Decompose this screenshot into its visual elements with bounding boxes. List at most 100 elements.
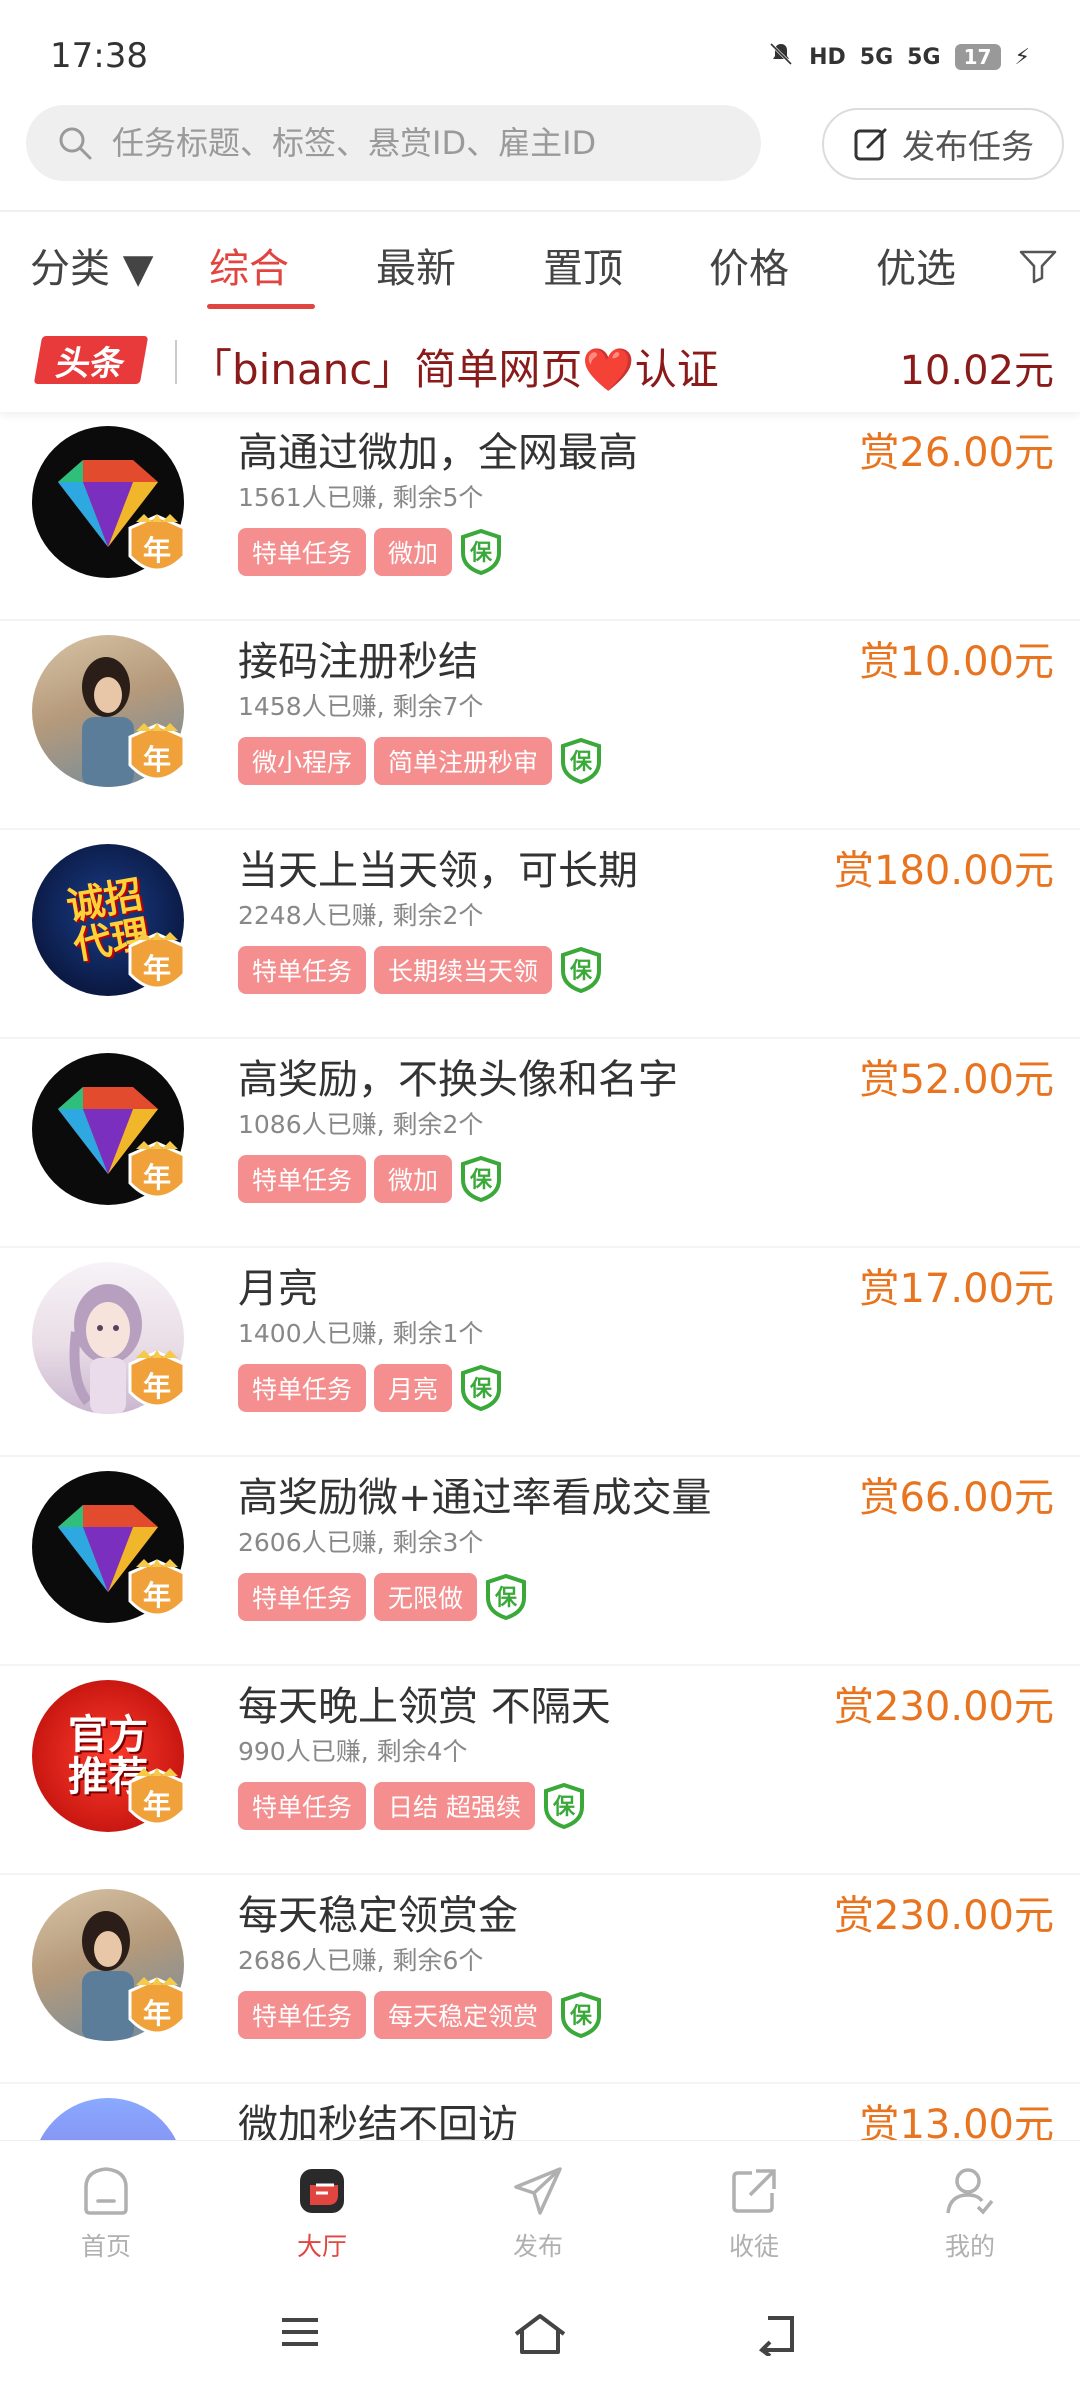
publish-task-button[interactable]: 发布任务 xyxy=(822,108,1064,180)
task-tag: 无限做 xyxy=(374,1573,478,1621)
svg-text:年: 年 xyxy=(143,1579,171,1612)
tab-category[interactable]: 分类 ▼ xyxy=(30,236,153,294)
svg-text:保: 保 xyxy=(552,1795,576,1820)
task-tag: 长期续当天领 xyxy=(374,946,553,994)
tab-comprehensive[interactable]: 综合 xyxy=(209,236,289,294)
svg-text:年: 年 xyxy=(143,1161,171,1194)
task-reward: 赏180.00元 xyxy=(834,848,1054,894)
task-row[interactable]: 年 每天稳定领赏金 2686人已赚, 剩余6个 特单任务 每天稳定领赏 保 赏2… xyxy=(0,1875,1080,2084)
publish-task-label: 发布任务 xyxy=(902,127,1034,166)
task-title: 微加秒结不回访 xyxy=(238,2102,518,2140)
year-badge-icon: 年 xyxy=(128,723,186,781)
svg-text:年: 年 xyxy=(143,534,171,567)
task-reward: 赏13.00元 xyxy=(859,2102,1054,2140)
search-bar[interactable] xyxy=(26,105,761,181)
svg-text:保: 保 xyxy=(569,750,593,775)
task-row[interactable]: 年 高通过微加，全网最高 1561人已赚, 剩余5个 特单任务 微加 保 赏26… xyxy=(0,412,1080,621)
task-title: 接码注册秒结 xyxy=(238,639,478,685)
task-row[interactable]: 微加秒结不回访 赏13.00元 xyxy=(0,2084,1080,2140)
task-meta: 1458人已赚, 剩余7个 xyxy=(238,692,484,721)
task-tags: 微小程序 简单注册秒审 保 xyxy=(238,737,602,785)
task-tags: 特单任务 长期续当天领 保 xyxy=(238,946,602,994)
task-row[interactable]: 诚招代理 年 当天上当天领，可长期 2248人已赚, 剩余2个 特单任务 长期续… xyxy=(0,830,1080,1039)
nav-mine[interactable]: 我的 xyxy=(910,2163,1030,2263)
guarantee-shield-icon: 保 xyxy=(461,1156,502,1202)
nav-recruit-label: 收徒 xyxy=(728,2232,779,2261)
year-badge-icon: 年 xyxy=(128,1350,186,1408)
task-meta: 1086人已赚, 剩余2个 xyxy=(238,1110,484,1139)
year-badge-icon: 年 xyxy=(128,1559,186,1617)
task-row[interactable]: 年 接码注册秒结 1458人已赚, 剩余7个 微小程序 简单注册秒审 保 赏10… xyxy=(0,621,1080,830)
headline-text: 「binanc」简单网页❤️认证 xyxy=(190,345,719,394)
profile-icon xyxy=(946,2168,994,2215)
task-meta: 1400人已赚, 剩余1个 xyxy=(238,1319,484,1348)
task-meta: 2248人已赚, 剩余2个 xyxy=(238,901,484,930)
divider xyxy=(175,340,177,384)
back-icon[interactable] xyxy=(756,2312,800,2356)
task-row[interactable]: 官方推荐 年 每天晚上领赏 不隔天 990人已赚, 剩余4个 特单任务 日结 超… xyxy=(0,1666,1080,1875)
guarantee-shield-icon: 保 xyxy=(561,1992,602,2038)
task-reward: 赏230.00元 xyxy=(834,1684,1054,1730)
status-time: 17:38 xyxy=(50,36,148,76)
task-title: 高奖励微+通过率看成交量 xyxy=(238,1475,712,1521)
charging-icon: ⚡ xyxy=(1014,44,1030,70)
task-tag: 特单任务 xyxy=(238,528,367,576)
guarantee-shield-icon: 保 xyxy=(461,1365,502,1411)
task-tags: 特单任务 月亮 保 xyxy=(238,1364,502,1412)
menu-icon[interactable] xyxy=(278,2312,322,2352)
svg-text:保: 保 xyxy=(494,1586,518,1611)
tab-preferred[interactable]: 优选 xyxy=(876,236,956,294)
task-reward: 赏17.00元 xyxy=(859,1266,1054,1312)
year-badge-icon: 年 xyxy=(128,514,186,572)
task-reward: 赏26.00元 xyxy=(859,430,1054,476)
task-tag: 微加 xyxy=(374,528,453,576)
svg-text:保: 保 xyxy=(569,2004,593,2029)
avatar xyxy=(32,2098,184,2140)
nav-hall[interactable]: 大厅 xyxy=(262,2163,382,2263)
nav-publish[interactable]: 发布 xyxy=(478,2163,598,2263)
task-meta: 990人已赚, 剩余4个 xyxy=(238,1737,468,1766)
task-meta: 2686人已赚, 剩余6个 xyxy=(238,1946,484,1975)
battery-icon: 17 xyxy=(954,44,1001,70)
year-badge-icon: 年 xyxy=(128,932,186,990)
headline-price: 10.02元 xyxy=(899,348,1054,394)
task-reward: 赏52.00元 xyxy=(859,1057,1054,1103)
task-tag: 特单任务 xyxy=(238,946,367,994)
task-tag: 特单任务 xyxy=(238,1782,367,1830)
home-button-icon[interactable] xyxy=(512,2312,568,2356)
svg-text:保: 保 xyxy=(469,541,493,566)
task-tag: 微小程序 xyxy=(238,737,367,785)
task-title: 当天上当天领，可长期 xyxy=(238,848,638,894)
guarantee-shield-icon: 保 xyxy=(561,947,602,993)
task-meta: 1561人已赚, 剩余5个 xyxy=(238,483,484,512)
task-tag: 特单任务 xyxy=(238,1991,367,2039)
task-row[interactable]: 年 高奖励，不换头像和名字 1086人已赚, 剩余2个 特单任务 微加 保 赏5… xyxy=(0,1039,1080,1248)
task-list[interactable]: 年 高通过微加，全网最高 1561人已赚, 剩余5个 特单任务 微加 保 赏26… xyxy=(0,412,1080,2140)
svg-text:年: 年 xyxy=(143,1788,171,1821)
nav-recruit[interactable]: 收徒 xyxy=(694,2163,814,2263)
task-tag: 月亮 xyxy=(374,1364,453,1412)
5g-signal-icon: 5G xyxy=(859,44,894,70)
status-bar: 17:38 HD 5G 5G 17 ⚡ xyxy=(0,0,1080,100)
edit-icon xyxy=(854,128,887,161)
task-row[interactable]: 年 月亮 1400人已赚, 剩余1个 特单任务 月亮 保 赏17.00元 xyxy=(0,1248,1080,1457)
guarantee-shield-icon: 保 xyxy=(561,738,602,784)
search-icon xyxy=(59,127,92,160)
search-input[interactable] xyxy=(112,124,712,162)
task-title: 月亮 xyxy=(238,1266,318,1312)
svg-text:保: 保 xyxy=(469,1377,493,1402)
guarantee-shield-icon: 保 xyxy=(486,1574,527,1620)
headline-banner[interactable]: 头条 「binanc」简单网页❤️认证 10.02元 xyxy=(0,316,1080,412)
task-tag: 特单任务 xyxy=(238,1364,367,1412)
nav-home[interactable]: 首页 xyxy=(46,2163,166,2263)
task-row[interactable]: 年 高奖励微+通过率看成交量 2606人已赚, 剩余3个 特单任务 无限做 保 … xyxy=(0,1457,1080,1666)
tab-latest[interactable]: 最新 xyxy=(376,236,456,294)
tab-pinned[interactable]: 置顶 xyxy=(543,236,623,294)
tab-price[interactable]: 价格 xyxy=(709,236,789,294)
task-tag: 日结 超强续 xyxy=(374,1782,535,1830)
task-title: 高通过微加，全网最高 xyxy=(238,430,638,476)
bottom-nav: 首页 大厅 发布 收徒 我的 xyxy=(0,2140,1080,2280)
headline-badge-label: 头条 xyxy=(52,343,128,384)
filter-icon[interactable] xyxy=(1018,248,1058,284)
status-icons: HD 5G 5G 17 ⚡ xyxy=(767,40,1030,74)
